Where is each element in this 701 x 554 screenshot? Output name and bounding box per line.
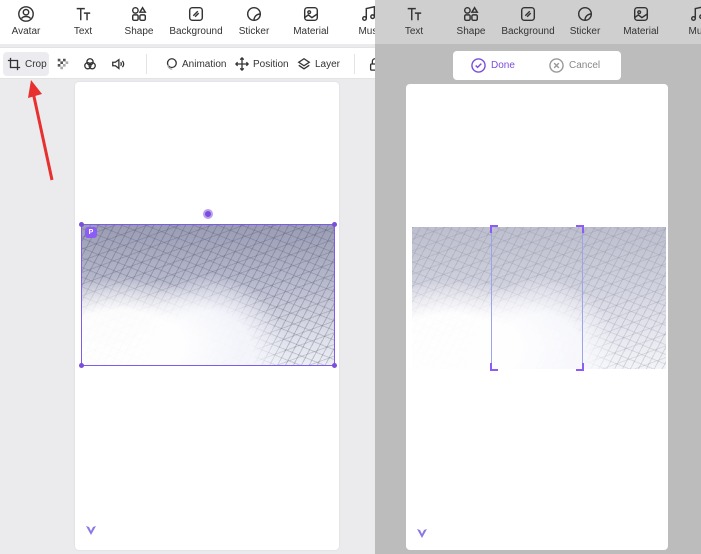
toolbar-divider <box>354 54 355 74</box>
toolbar-divider <box>146 54 147 74</box>
layer-label: Layer <box>315 58 341 70</box>
rotate-handle[interactable] <box>203 209 213 219</box>
position-label: Position <box>253 58 289 70</box>
brand-logo-icon <box>84 523 98 537</box>
menu-material[interactable]: Material <box>290 0 332 44</box>
layers-icon <box>297 57 311 70</box>
crop-confirm-bar: Done Cancel <box>453 51 621 80</box>
text-icon <box>407 7 422 21</box>
avatar-icon <box>18 6 34 22</box>
menu-shape[interactable]: Shape <box>121 0 157 44</box>
done-label: Done <box>491 60 515 71</box>
menu-label: Mus <box>688 26 701 37</box>
crop-icon <box>7 57 21 71</box>
replace-image-icon[interactable]: P <box>85 227 97 238</box>
resize-handle-tl[interactable] <box>79 222 84 227</box>
crop-handle-br[interactable] <box>576 363 584 371</box>
menu-shape[interactable]: Shape <box>453 0 489 44</box>
top-menu: Avatar Text Shape Background Sticker Mat… <box>0 0 375 44</box>
filter-button[interactable] <box>83 52 97 76</box>
selected-image[interactable] <box>79 222 337 368</box>
cancel-button[interactable]: Cancel <box>549 51 600 80</box>
material-icon <box>303 6 319 22</box>
resize-handle-br[interactable] <box>332 363 337 368</box>
editor-right-panel-crop-mode: Text Shape Background Sticker Material M… <box>375 0 701 554</box>
music-icon <box>690 6 701 22</box>
sticker-icon <box>577 6 593 22</box>
snow-forest-photo <box>82 225 334 365</box>
music-icon <box>361 5 375 22</box>
mosaic-icon <box>57 58 69 70</box>
resize-handle-tr[interactable] <box>332 222 337 227</box>
menu-label: Shape <box>124 26 154 37</box>
element-toolbar: Crop Animation Position Layer <box>0 47 375 79</box>
menu-label: Text <box>404 26 424 37</box>
animation-label: Animation <box>182 58 227 70</box>
top-menu-dimmed: Text Shape Background Sticker Material M… <box>375 0 701 44</box>
shape-icon <box>131 6 147 22</box>
menu-sticker[interactable]: Sticker <box>567 0 603 44</box>
menu-label: Avatar <box>11 26 41 37</box>
menu-label: Material <box>293 26 329 37</box>
shape-icon <box>463 6 479 22</box>
menu-material[interactable]: Material <box>620 0 662 44</box>
material-icon <box>633 6 649 22</box>
menu-text[interactable]: Text <box>399 0 429 44</box>
crop-handle-tr[interactable] <box>576 225 584 233</box>
animation-icon <box>166 58 177 70</box>
crop-frame[interactable] <box>490 225 584 371</box>
editor-left-panel: Avatar Text Shape Background Sticker Mat… <box>0 0 375 554</box>
background-icon <box>520 6 536 22</box>
resize-handle-bl[interactable] <box>79 363 84 368</box>
menu-label: Material <box>623 26 659 37</box>
lock-button[interactable] <box>368 52 375 76</box>
menu-text[interactable]: Text <box>66 0 100 44</box>
lock-icon <box>369 58 375 71</box>
menu-background[interactable]: Background <box>168 0 224 44</box>
crop-handle-tl[interactable] <box>490 225 498 233</box>
animation-button[interactable]: Animation <box>164 52 226 76</box>
menu-background[interactable]: Background <box>500 0 556 44</box>
annotation-arrow-icon <box>28 80 54 181</box>
menu-label: Sticker <box>569 26 601 37</box>
crop-label: Crop <box>25 58 47 70</box>
done-button[interactable]: Done <box>471 51 515 80</box>
volume-icon <box>112 58 125 70</box>
menu-label: Shape <box>456 26 486 37</box>
layer-button[interactable]: Layer <box>297 52 340 76</box>
position-button[interactable]: Position <box>235 52 289 76</box>
close-circle-icon <box>549 58 564 73</box>
check-circle-icon <box>471 58 486 73</box>
crop-handle-bl[interactable] <box>490 363 498 371</box>
cancel-label: Cancel <box>569 60 601 71</box>
move-icon <box>235 57 249 71</box>
menu-music[interactable]: Mus <box>683 0 701 44</box>
mosaic-button[interactable] <box>56 52 70 76</box>
screenshot-root: Avatar Text Shape Background Sticker Mat… <box>0 0 701 554</box>
menu-sticker[interactable]: Sticker <box>236 0 272 44</box>
sound-button[interactable] <box>111 52 125 76</box>
sticker-icon <box>246 6 262 22</box>
menu-label: Sticker <box>238 26 270 37</box>
menu-label: Musi <box>358 26 375 37</box>
menu-avatar[interactable]: Avatar <box>8 0 44 44</box>
background-icon <box>188 6 204 22</box>
menu-label: Background <box>169 26 223 37</box>
menu-label: Background <box>501 26 555 37</box>
menu-music[interactable]: Musi <box>354 0 375 44</box>
crop-button[interactable]: Crop <box>3 52 49 76</box>
menu-label: Text <box>73 26 93 37</box>
filter-icon <box>84 58 96 70</box>
text-icon <box>76 7 91 21</box>
brand-logo-icon <box>415 526 429 540</box>
